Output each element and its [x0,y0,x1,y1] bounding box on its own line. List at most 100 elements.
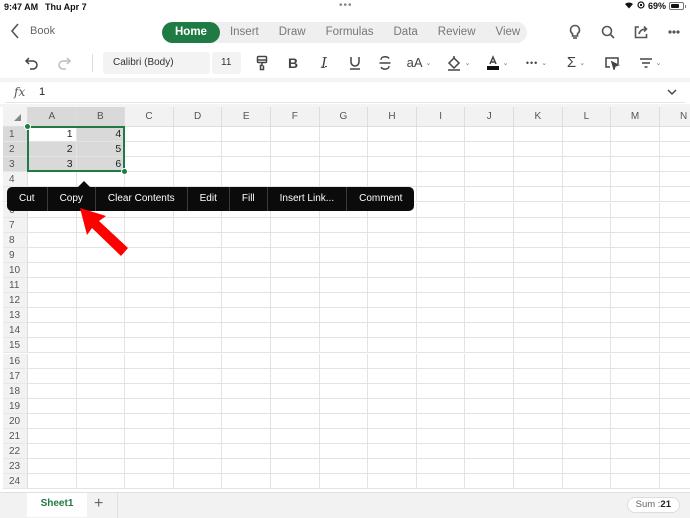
cell-d17[interactable] [173,368,223,384]
cell-b13[interactable] [76,308,126,324]
cell-j7[interactable] [465,217,514,233]
cell-l17[interactable] [562,368,612,384]
cell-c20[interactable] [125,413,174,429]
formula-input[interactable]: 1 [39,86,45,98]
cell-m19[interactable] [611,398,660,414]
cell-c18[interactable] [125,383,174,399]
cell-i2[interactable] [416,142,466,158]
cell-l6[interactable] [562,202,612,218]
cell-c17[interactable] [125,368,174,384]
cell-e4[interactable] [222,172,271,188]
cell-g20[interactable] [319,413,369,429]
cell-b19[interactable] [76,398,126,414]
cell-e12[interactable] [222,293,271,309]
cell-h12[interactable] [368,293,417,309]
search-button[interactable] [591,21,624,43]
cell-c12[interactable] [125,293,174,309]
cell-c10[interactable] [125,262,174,278]
row-header-14[interactable]: 14 [3,323,28,339]
cell-e22[interactable] [222,444,271,460]
row-header-18[interactable]: 18 [3,383,28,399]
cell-g13[interactable] [319,308,369,324]
cell-c22[interactable] [125,444,174,460]
cell-f10[interactable] [271,262,320,278]
cell-h8[interactable] [368,232,417,248]
cell-m13[interactable] [611,308,660,324]
cell-d22[interactable] [173,444,223,460]
cell-k18[interactable] [514,383,563,399]
cell-n15[interactable] [659,338,690,354]
cell-n16[interactable] [659,354,690,369]
cell-d1[interactable] [173,127,223,143]
cell-n18[interactable] [659,384,690,399]
cell-l22[interactable] [562,444,612,460]
menu-item-edit[interactable]: Edit [188,187,230,211]
cell-h18[interactable] [368,383,417,399]
cell-i10[interactable] [416,262,466,278]
cell-b2[interactable]: 5 [76,142,126,158]
format-painter-button[interactable] [247,51,277,75]
cell-k10[interactable] [514,262,563,278]
column-header-l[interactable]: L [562,107,612,127]
cell-n6[interactable] [659,203,690,218]
cell-f14[interactable] [271,323,320,339]
cell-n21[interactable] [659,429,690,445]
cell-h24[interactable] [368,474,417,490]
row-header-16[interactable]: 16 [3,353,28,369]
cell-a3[interactable]: 3 [28,157,77,173]
cell-m12[interactable] [611,293,660,309]
cell-n3[interactable] [659,157,690,173]
cell-m6[interactable] [611,202,660,218]
cell-e9[interactable] [222,247,271,263]
cell-l8[interactable] [562,232,612,248]
cell-a13[interactable] [28,308,77,324]
cell-b22[interactable] [76,444,126,460]
cell-a19[interactable] [28,398,77,414]
cell-f12[interactable] [271,293,320,309]
cell-l11[interactable] [562,278,612,294]
cell-k11[interactable] [514,278,563,294]
menu-item-clear-contents[interactable]: Clear Contents [96,187,188,211]
cell-k17[interactable] [514,368,563,384]
cell-f4[interactable] [271,172,320,188]
cell-b24[interactable] [76,474,126,490]
cell-h2[interactable] [368,142,417,158]
cell-b20[interactable] [76,413,126,429]
cell-n2[interactable] [659,142,690,158]
cell-j6[interactable] [465,202,514,218]
cell-h9[interactable] [368,247,417,263]
menu-item-cut[interactable]: Cut [7,187,48,211]
cell-m4[interactable] [611,172,660,188]
cell-n9[interactable] [659,248,690,263]
cell-d15[interactable] [173,338,223,354]
row-header-1[interactable]: 1 [3,127,28,143]
cell-i16[interactable] [416,353,466,369]
cell-d19[interactable] [173,398,223,414]
cell-e2[interactable] [222,142,271,158]
cell-f11[interactable] [271,278,320,294]
tab-review[interactable]: Review [428,22,486,43]
row-header-10[interactable]: 10 [3,262,28,278]
cell-k4[interactable] [514,172,563,188]
cell-m1[interactable] [611,127,660,143]
row-header-12[interactable]: 12 [3,293,28,309]
cell-h16[interactable] [368,353,417,369]
autosum-button[interactable]: Σ ⌄ [558,51,594,75]
row-header-22[interactable]: 22 [3,444,28,460]
cell-k3[interactable] [514,157,563,173]
cell-i20[interactable] [416,413,466,429]
cell-f24[interactable] [271,474,320,490]
cell-d12[interactable] [173,293,223,309]
ideas-button[interactable] [558,21,591,43]
cell-d18[interactable] [173,383,223,399]
cell-m5[interactable] [611,187,660,203]
cell-a10[interactable] [28,262,77,278]
expand-formula-button[interactable] [665,85,679,99]
cell-b8[interactable] [76,232,126,248]
column-header-k[interactable]: K [514,107,563,127]
cell-g11[interactable] [319,278,369,294]
sort-filter-button[interactable]: ⌄ [630,51,670,75]
cell-j15[interactable] [465,338,514,354]
cell-b11[interactable] [76,278,126,294]
cell-f21[interactable] [271,429,320,445]
